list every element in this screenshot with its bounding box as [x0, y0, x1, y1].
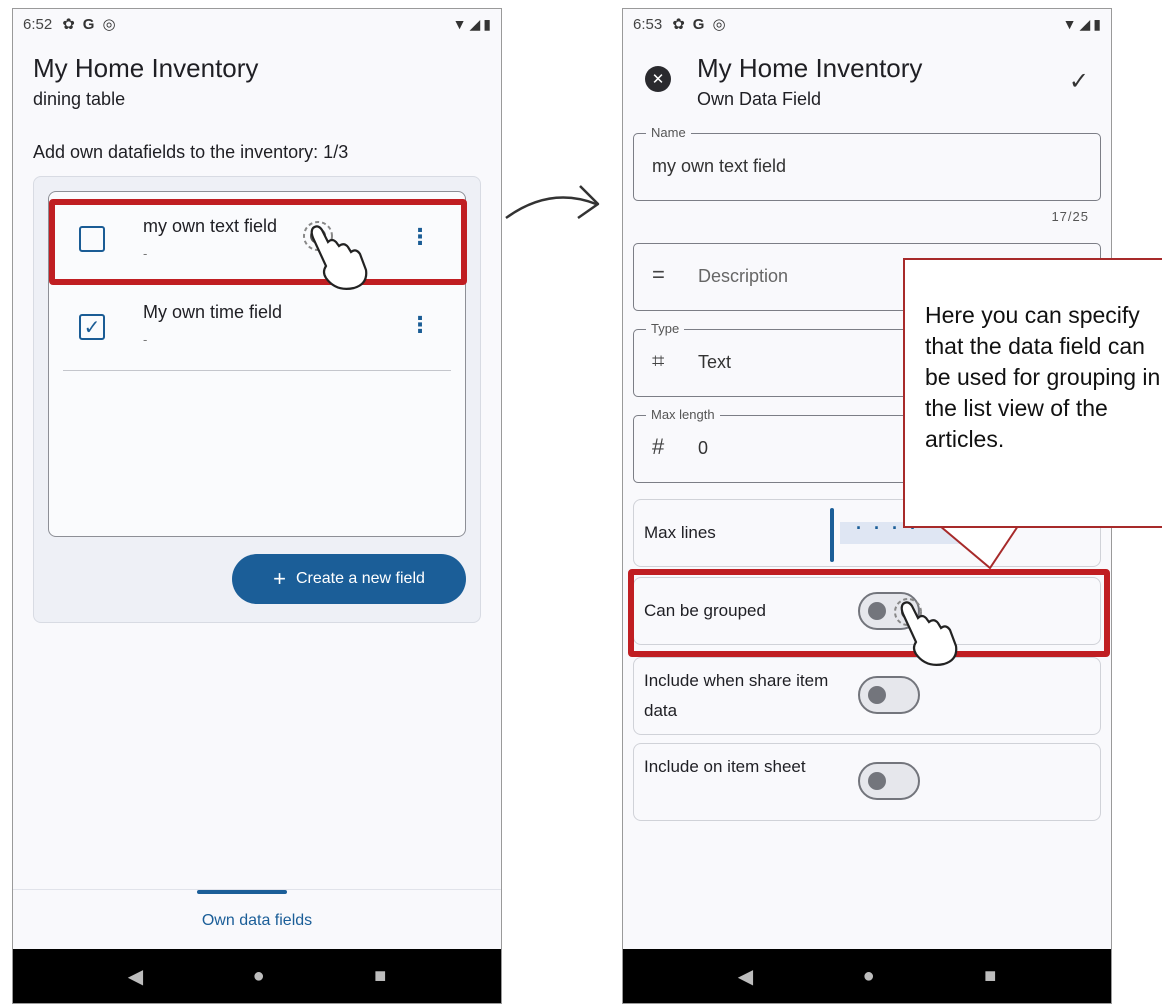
subtitle: dining table — [33, 89, 126, 109]
section-header: Add own datafields to the inventory: 1/3 — [33, 142, 349, 162]
highlight-frame — [628, 569, 1110, 657]
tap-hand-icon — [894, 598, 958, 666]
type-field-label: Type — [646, 321, 685, 336]
wifi-icon: ▼ — [452, 16, 467, 32]
include-share-label: Include when share item data — [644, 671, 829, 720]
google-icon: G — [692, 15, 705, 33]
tab-indicator — [197, 890, 287, 894]
recents-icon[interactable]: ■ — [984, 965, 996, 988]
include-sheet-toggle[interactable] — [858, 762, 920, 800]
list-item[interactable]: ✓ My own time field - ⋮ — [49, 290, 465, 370]
sync-icon: ◎ — [712, 16, 726, 33]
name-field[interactable]: Name my own text field — [633, 125, 1101, 201]
item-title: My own time field — [143, 302, 283, 322]
system-nav-bar: ◀ ● ■ — [623, 949, 1111, 1003]
include-share-row: Include when share item data — [633, 657, 1101, 735]
battery-icon: ▮ — [483, 15, 491, 32]
app-title: My Home Inventory — [697, 53, 923, 83]
system-nav-bar: ◀ ● ■ — [13, 949, 501, 1003]
callout-text: Here you can specify that the data field… — [925, 302, 1161, 452]
settings-gear-icon: ✿ — [62, 16, 75, 33]
back-icon[interactable]: ◀ — [128, 964, 143, 989]
status-right: ▼ ◢ ▮ — [1063, 16, 1101, 33]
notes-icon: = — [652, 262, 665, 287]
sync-icon: ◎ — [102, 16, 116, 33]
home-icon[interactable]: ● — [863, 965, 875, 988]
google-icon: G — [82, 15, 95, 33]
recents-icon[interactable]: ■ — [374, 965, 386, 988]
status-right: ▼ ◢ ▮ — [453, 16, 491, 33]
status-time: 6:52 — [23, 15, 53, 33]
plus-icon: + — [273, 566, 286, 591]
wifi-icon: ▼ — [1062, 16, 1077, 32]
name-field-value: my own text field — [652, 156, 787, 176]
max-lines-label: Max lines — [644, 523, 716, 542]
tab-own-data-fields[interactable]: Own data fields — [13, 912, 501, 930]
slider-handle[interactable] — [830, 508, 834, 562]
checkbox-checked[interactable]: ✓ — [79, 314, 105, 340]
toggle-knob — [868, 686, 886, 704]
type-field-value: Text — [698, 352, 732, 372]
item-subtitle: - — [143, 332, 148, 347]
back-icon[interactable]: ◀ — [738, 964, 753, 989]
description-placeholder: Description — [698, 266, 789, 286]
transition-arrow-icon — [505, 185, 600, 220]
divider — [63, 370, 451, 371]
include-share-toggle[interactable] — [858, 676, 920, 714]
hash-icon: # — [652, 434, 665, 459]
battery-icon: ▮ — [1093, 15, 1101, 32]
subtitle: Own Data Field — [697, 89, 822, 109]
signal-icon: ◢ — [469, 15, 481, 32]
create-field-label: Create a new field — [295, 570, 425, 587]
settings-gear-icon: ✿ — [672, 16, 685, 33]
highlight-frame — [49, 199, 467, 285]
tap-hand-icon — [303, 221, 368, 290]
more-vert-icon[interactable]: ⋮ — [409, 314, 431, 336]
close-icon[interactable]: ✕ — [645, 66, 671, 92]
include-sheet-row: Include on item sheet — [633, 743, 1101, 821]
confirm-check-icon[interactable]: ✓ — [1069, 67, 1089, 96]
max-length-label: Max length — [646, 407, 720, 422]
status-bar: 6:53 ✿ G ◎ ▼ ◢ ▮ — [623, 9, 1111, 39]
name-char-counter: 17/25 — [1051, 209, 1089, 224]
signal-icon: ◢ — [1079, 15, 1091, 32]
name-field-label: Name — [646, 125, 691, 140]
status-bar: 6:52 ✿ G ◎ ▼ ◢ ▮ — [13, 9, 501, 39]
include-sheet-label: Include on item sheet — [644, 757, 806, 776]
app-title: My Home Inventory — [33, 53, 259, 83]
bottom-navigation: Own data fields — [13, 889, 501, 951]
max-length-value: 0 — [698, 438, 709, 458]
home-icon[interactable]: ● — [253, 965, 265, 988]
toggle-knob — [868, 772, 886, 790]
phone-screen-left: 6:52 ✿ G ◎ ▼ ◢ ▮ My Home Inventory dinin… — [12, 8, 502, 1004]
create-field-button[interactable]: + Create a new field — [232, 554, 466, 604]
callout-pointer — [939, 524, 1019, 570]
crop-icon: ⌗ — [652, 348, 665, 373]
callout-box: Here you can specify that the data field… — [903, 258, 1162, 528]
status-time: 6:53 — [633, 15, 663, 33]
